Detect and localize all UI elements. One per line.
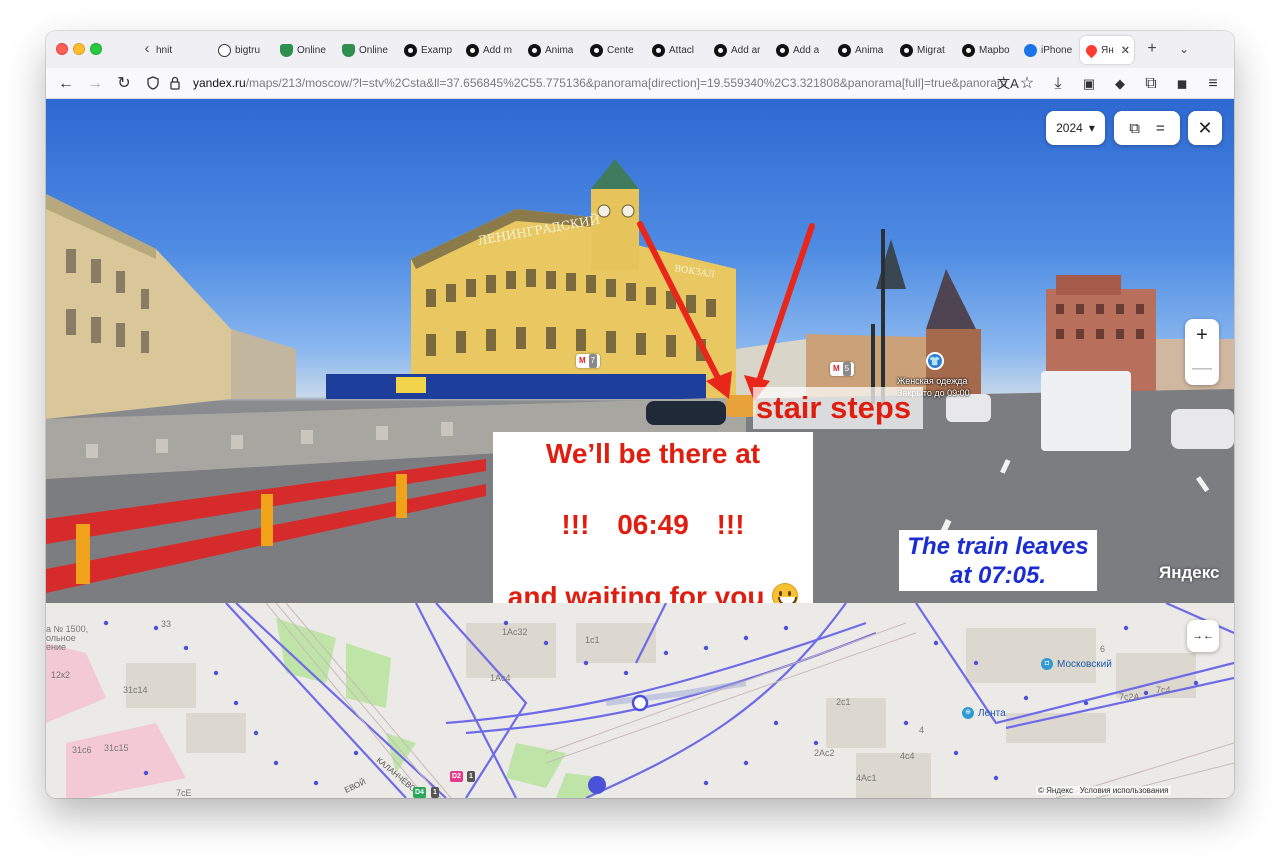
shield-favicon-icon — [280, 43, 293, 57]
back-arrow-icon[interactable]: ← — [54, 72, 78, 96]
train-departure-note: The train leaves at 07:05. — [899, 530, 1097, 591]
panorama-actions: ⧉ = — [1114, 111, 1180, 145]
download-icon[interactable]: ⤓ — [1046, 72, 1070, 96]
year-selector[interactable]: 2024 ▾ — [1046, 111, 1105, 145]
metro-marker-left[interactable]: M7 — [576, 354, 601, 368]
stair-steps-annotation: stair steps — [753, 387, 923, 429]
open-favicon-icon — [776, 43, 789, 57]
open-favicon-icon — [900, 43, 913, 57]
close-panorama-button[interactable]: ✕ — [1188, 111, 1222, 145]
open-favicon-icon — [962, 43, 975, 57]
tab[interactable]: Attacl — [646, 36, 708, 64]
map-pin-favicon-icon — [1083, 42, 1100, 58]
tab[interactable]: Add m — [460, 36, 522, 64]
collapse-map-button[interactable]: →← — [1187, 620, 1219, 652]
tab[interactable]: Migrat — [894, 36, 956, 64]
poi-moskovsky[interactable]: ◘ Московский — [1041, 658, 1112, 670]
message-line-1: We’ll be there at — [545, 438, 761, 469]
open-favicon-icon — [590, 43, 603, 57]
open-favicon-icon — [652, 43, 665, 57]
browser-window: ‹ hnit bigtru Online Online Examp Add m … — [46, 31, 1234, 798]
zoom-window-button[interactable] — [90, 43, 102, 55]
left-building — [46, 194, 231, 419]
menu-icon[interactable]: ≡ — [1201, 72, 1225, 96]
extension-icon[interactable]: ◆ — [1108, 72, 1132, 96]
tab-strip: ‹ hnit bigtru Online Online Examp Add m … — [46, 31, 1234, 68]
tab[interactable]: Add a — [770, 36, 832, 64]
chevron-right-icon[interactable]: › — [1114, 38, 1134, 60]
panorama-position-marker — [631, 694, 649, 712]
svg-text:ЕВОЙ: ЕВОЙ — [343, 777, 367, 795]
address-bar[interactable]: yandex.ru/maps/213/moscow/?l=stv%2Csta&l… — [193, 76, 1041, 90]
ip-favicon-icon — [1024, 43, 1037, 57]
puzzle-extensions-icon[interactable]: ⧉ — [1139, 72, 1163, 96]
tab[interactable]: iPhone — [1018, 36, 1080, 64]
route-badge-1[interactable]: 1 — [467, 771, 475, 782]
minimize-window-button[interactable] — [73, 43, 85, 55]
route-badge-d2[interactable]: D2 — [450, 771, 463, 782]
route-badge-1[interactable]: 1 — [431, 787, 439, 798]
password-manager-icon[interactable]: ▣ — [1077, 72, 1101, 96]
map-footer: © Яндекс Условия использования — [1036, 786, 1171, 795]
close-icon: ✕ — [1197, 117, 1213, 138]
meeting-message-box: We’ll be there at !!! 06:49 !!! and wait… — [493, 432, 813, 603]
bookmark-star-icon[interactable]: ☆ — [1015, 72, 1039, 96]
chevron-down-icon[interactable]: ⌄ — [1174, 38, 1194, 60]
tab[interactable]: Anima — [522, 36, 584, 64]
open-favicon-icon — [714, 43, 727, 57]
poi-lenta[interactable]: ⊕ Лента — [962, 707, 1006, 719]
zoom-in-button[interactable]: + — [1196, 319, 1208, 352]
grinning-face-icon — [772, 583, 799, 603]
tracking-shield-icon[interactable] — [146, 76, 160, 90]
mini-map[interactable]: КАЛАНЧЁВСК ЕВОЙ а № 1500, ольное ение 33… — [46, 603, 1234, 798]
street-panorama[interactable]: ЛЕНИНГРАДСКИЙ ВОКЗАЛ M 7 M 5 👕 Женская о… — [46, 99, 1234, 603]
message-line-2: !!! 06:49 !!! — [561, 509, 745, 540]
shield-favicon-icon — [342, 43, 355, 57]
tab[interactable]: Mapbo — [956, 36, 1018, 64]
new-tab-icon[interactable]: + — [1142, 38, 1162, 60]
menu-lines-icon[interactable]: = — [1156, 120, 1165, 137]
tab-list: hnit bigtru Online Online Examp Add m An… — [150, 36, 1134, 64]
reload-icon[interactable]: ↻ — [112, 72, 136, 96]
terms-link[interactable]: Условия использования — [1080, 786, 1169, 795]
open-favicon-icon — [528, 43, 541, 57]
metro-marker-right[interactable]: M5 — [830, 362, 855, 376]
zoom-control: + — — [1185, 319, 1219, 385]
shirt-poi-icon[interactable]: 👕 — [926, 352, 944, 370]
zoom-out-button[interactable]: — — [1192, 352, 1212, 385]
tab[interactable]: bigtru — [212, 36, 274, 64]
close-window-button[interactable] — [56, 43, 68, 55]
open-favicon-icon — [404, 43, 417, 57]
meeting-time: 06:49 — [617, 509, 689, 540]
tab[interactable]: Examp — [398, 36, 460, 64]
open-external-icon[interactable]: ⧉ — [1129, 120, 1140, 137]
caret-down-icon: ▾ — [1088, 121, 1095, 135]
forward-arrow-icon[interactable]: → — [83, 72, 107, 96]
route-badge-d4[interactable]: D4 — [413, 787, 426, 798]
map-canvas: КАЛАНЧЁВСК ЕВОЙ — [46, 603, 1234, 798]
tab[interactable]: Online — [274, 36, 336, 64]
container-icon[interactable]: ◼ — [1170, 72, 1194, 96]
tab[interactable]: Online — [336, 36, 398, 64]
navigation-toolbar: ← → ↻ yandex.ru/maps/213/moscow/?l=stv%2… — [46, 68, 1234, 99]
shopping-bag-icon: ◘ — [1041, 658, 1053, 670]
cart-icon: ⊕ — [962, 707, 974, 719]
yandex-watermark: Яндекс — [1159, 563, 1220, 582]
tab[interactable]: Add ar — [708, 36, 770, 64]
message-line-3: and waiting for you — [493, 581, 813, 603]
url-security-icons — [146, 76, 182, 90]
globe-favicon-icon — [218, 43, 231, 57]
tab[interactable]: Cente — [584, 36, 646, 64]
tab[interactable]: hnit — [150, 36, 212, 64]
tab[interactable]: Anima — [832, 36, 894, 64]
lock-icon[interactable] — [168, 76, 182, 90]
open-favicon-icon — [466, 43, 479, 57]
open-favicon-icon — [838, 43, 851, 57]
